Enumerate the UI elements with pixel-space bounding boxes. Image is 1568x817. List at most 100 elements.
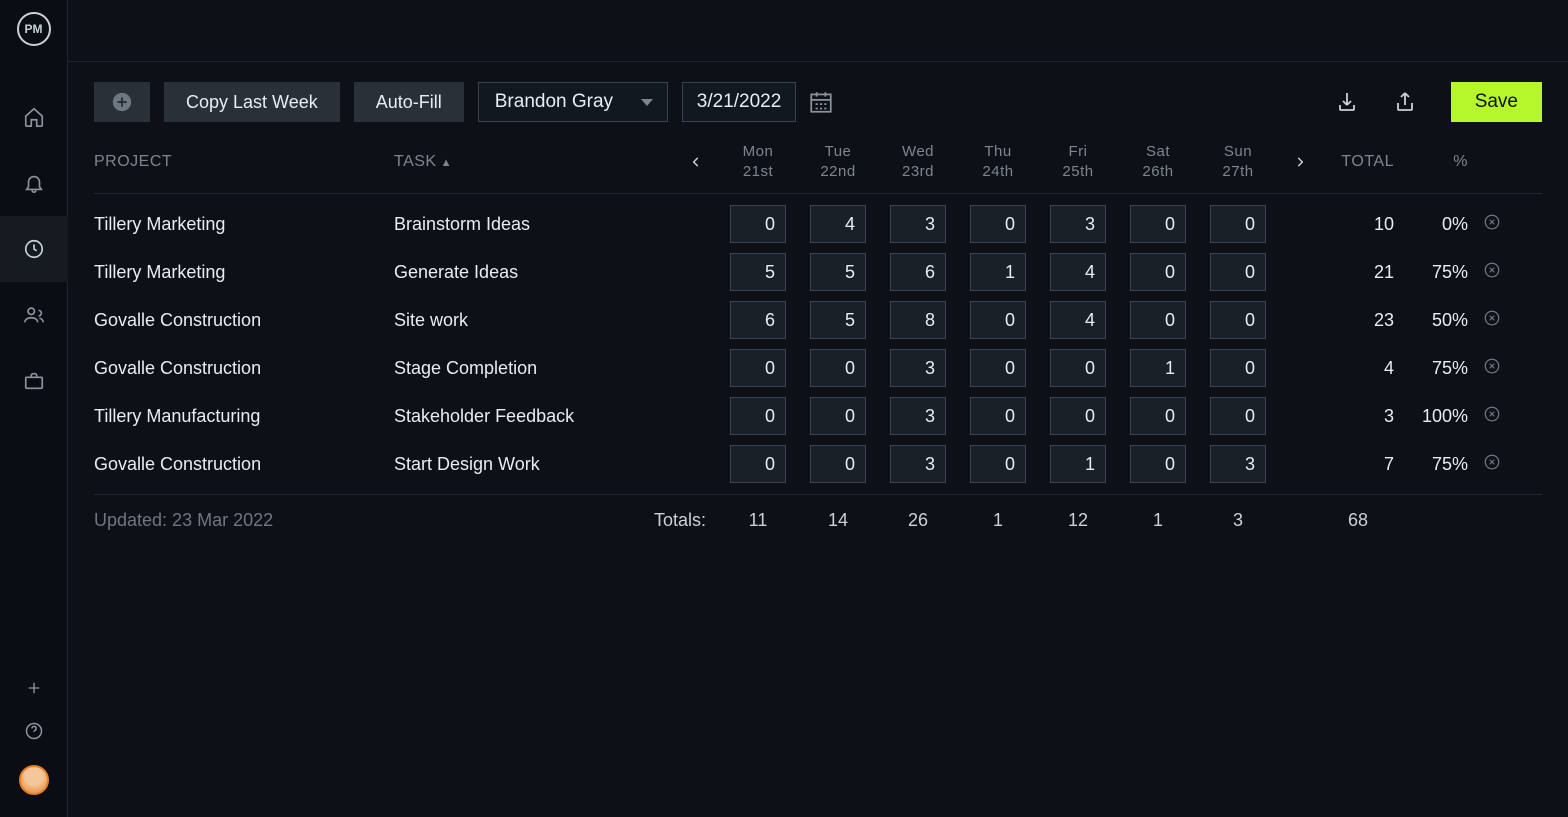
hours-input[interactable]: 0 bbox=[970, 205, 1026, 243]
delete-row-button[interactable] bbox=[1482, 356, 1502, 376]
delete-row-button[interactable] bbox=[1482, 404, 1502, 424]
row-total: 10 bbox=[1322, 214, 1402, 235]
plus-icon bbox=[25, 679, 43, 697]
hours-input[interactable]: 0 bbox=[970, 397, 1026, 435]
hours-input[interactable]: 0 bbox=[1130, 253, 1186, 291]
header-project[interactable]: PROJECT bbox=[94, 153, 394, 171]
hours-input[interactable]: 5 bbox=[810, 301, 866, 339]
header-day-4: Fri25th bbox=[1038, 142, 1118, 181]
auto-fill-button[interactable]: Auto-Fill bbox=[354, 82, 464, 122]
hours-input[interactable]: 0 bbox=[810, 349, 866, 387]
hours-input[interactable]: 0 bbox=[730, 349, 786, 387]
project-cell: Govalle Construction bbox=[94, 358, 394, 379]
table-header: PROJECT TASK▲ Mon21st Tue22nd Wed23rd Th… bbox=[94, 142, 1542, 194]
hours-input[interactable]: 5 bbox=[730, 253, 786, 291]
close-circle-icon bbox=[1483, 357, 1501, 375]
total-col-6: 3 bbox=[1198, 510, 1278, 531]
hours-input[interactable]: 3 bbox=[890, 445, 946, 483]
hours-input[interactable]: 8 bbox=[890, 301, 946, 339]
nav-add[interactable] bbox=[0, 679, 68, 697]
nav-team[interactable] bbox=[0, 282, 68, 348]
hours-input[interactable]: 3 bbox=[890, 349, 946, 387]
hours-input[interactable]: 0 bbox=[1050, 349, 1106, 387]
nav-help[interactable] bbox=[0, 721, 68, 741]
delete-row-button[interactable] bbox=[1482, 212, 1502, 232]
header-total: TOTAL bbox=[1322, 153, 1402, 171]
download-icon bbox=[1335, 90, 1359, 114]
total-col-1: 14 bbox=[798, 510, 878, 531]
delete-row-button[interactable] bbox=[1482, 308, 1502, 328]
chevron-left-icon bbox=[689, 155, 703, 169]
hours-input[interactable]: 1 bbox=[1050, 445, 1106, 483]
hours-input[interactable]: 0 bbox=[1130, 205, 1186, 243]
next-week-button[interactable] bbox=[1278, 155, 1322, 169]
row-percent: 75% bbox=[1402, 358, 1472, 379]
app-logo: PM bbox=[17, 12, 51, 46]
hours-input[interactable]: 3 bbox=[1210, 445, 1266, 483]
header-task[interactable]: TASK▲ bbox=[394, 153, 674, 171]
delete-row-button[interactable] bbox=[1482, 452, 1502, 472]
project-cell: Govalle Construction bbox=[94, 454, 394, 475]
hours-input[interactable]: 1 bbox=[970, 253, 1026, 291]
task-cell: Site work bbox=[394, 310, 674, 331]
project-cell: Govalle Construction bbox=[94, 310, 394, 331]
hours-input[interactable]: 1 bbox=[1130, 349, 1186, 387]
hours-input[interactable]: 3 bbox=[890, 397, 946, 435]
task-cell: Brainstorm Ideas bbox=[394, 214, 674, 235]
copy-last-week-button[interactable]: Copy Last Week bbox=[164, 82, 340, 122]
task-cell: Generate Ideas bbox=[394, 262, 674, 283]
hours-input[interactable]: 0 bbox=[1050, 397, 1106, 435]
hours-input[interactable]: 3 bbox=[1050, 205, 1106, 243]
hours-input[interactable]: 4 bbox=[1050, 301, 1106, 339]
user-select[interactable]: Brandon Gray bbox=[478, 82, 668, 122]
project-cell: Tillery Marketing bbox=[94, 214, 394, 235]
hours-input[interactable]: 0 bbox=[1210, 349, 1266, 387]
briefcase-icon bbox=[23, 370, 45, 392]
share-icon bbox=[1393, 90, 1417, 114]
hours-input[interactable]: 3 bbox=[890, 205, 946, 243]
users-icon bbox=[23, 304, 45, 326]
hours-input[interactable]: 5 bbox=[810, 253, 866, 291]
hours-input[interactable]: 0 bbox=[970, 349, 1026, 387]
calendar-button[interactable] bbox=[806, 87, 836, 117]
hours-input[interactable]: 6 bbox=[730, 301, 786, 339]
hours-input[interactable]: 0 bbox=[1210, 397, 1266, 435]
prev-week-button[interactable] bbox=[674, 155, 718, 169]
hours-input[interactable]: 6 bbox=[890, 253, 946, 291]
header-day-1: Tue22nd bbox=[798, 142, 878, 181]
hours-input[interactable]: 0 bbox=[970, 445, 1026, 483]
share-button[interactable] bbox=[1391, 88, 1419, 116]
save-button[interactable]: Save bbox=[1451, 82, 1542, 122]
hours-input[interactable]: 0 bbox=[730, 445, 786, 483]
hours-input[interactable]: 4 bbox=[1050, 253, 1106, 291]
total-col-2: 26 bbox=[878, 510, 958, 531]
nav-home[interactable] bbox=[0, 84, 68, 150]
hours-input[interactable]: 0 bbox=[1130, 397, 1186, 435]
add-row-button[interactable] bbox=[94, 82, 150, 122]
hours-input[interactable]: 0 bbox=[730, 205, 786, 243]
date-input[interactable]: 3/21/2022 bbox=[682, 82, 797, 122]
hours-input[interactable]: 0 bbox=[1210, 205, 1266, 243]
hours-input[interactable]: 0 bbox=[810, 397, 866, 435]
bell-icon bbox=[23, 172, 45, 194]
nav-notifications[interactable] bbox=[0, 150, 68, 216]
user-avatar[interactable] bbox=[19, 765, 49, 795]
hours-input[interactable]: 0 bbox=[730, 397, 786, 435]
nav-timesheet[interactable] bbox=[0, 216, 68, 282]
delete-row-button[interactable] bbox=[1482, 260, 1502, 280]
row-percent: 75% bbox=[1402, 454, 1472, 475]
hours-input[interactable]: 4 bbox=[810, 205, 866, 243]
row-total: 7 bbox=[1322, 454, 1402, 475]
download-button[interactable] bbox=[1333, 88, 1361, 116]
task-cell: Stage Completion bbox=[394, 358, 674, 379]
hours-input[interactable]: 0 bbox=[1130, 445, 1186, 483]
nav-portfolio[interactable] bbox=[0, 348, 68, 414]
hours-input[interactable]: 0 bbox=[810, 445, 866, 483]
hours-input[interactable]: 0 bbox=[1130, 301, 1186, 339]
hours-input[interactable]: 0 bbox=[1210, 301, 1266, 339]
clock-icon bbox=[23, 238, 45, 260]
hours-input[interactable]: 0 bbox=[1210, 253, 1266, 291]
home-icon bbox=[23, 106, 45, 128]
row-percent: 50% bbox=[1402, 310, 1472, 331]
hours-input[interactable]: 0 bbox=[970, 301, 1026, 339]
